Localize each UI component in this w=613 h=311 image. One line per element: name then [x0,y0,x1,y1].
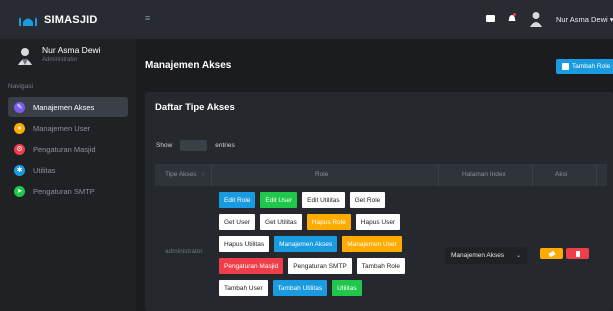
page-header: Manajemen Akses Tambah Role [136,39,613,91]
role-badge: Tambah Role [356,258,405,274]
role-badge-row: Pengaturan Masjid Pengaturan SMTP Tambah… [219,258,437,274]
role-badge: Edit Utilitas [302,192,345,208]
card-title: Daftar Tipe Akses [155,102,235,113]
access-table: Tipe Akses ↑ Role Halaman Index Aksi adm… [155,164,607,311]
send-icon: ➤ [14,185,25,197]
role-badge: Manajemen Akses [274,236,338,252]
nav-heading: Navigasi [8,83,33,90]
role-badge: Tambah Utilitas [272,280,328,296]
entries-control: Show entries [156,140,235,151]
chevron-down-icon: ⌄ [515,253,521,259]
user-panel[interactable]: Nur Asma Dewi Administrator [0,39,136,77]
sidebar-item-pengaturan-smtp[interactable]: ➤ Pengaturan SMTP [8,181,128,201]
role-badge: Pengaturan SMTP [288,258,352,274]
role-badge-row: Edit Role Edit User Edit Utilitas Get Ro… [219,192,437,208]
user-name: Nur Asma Dewi [42,45,101,55]
mosque-icon: ⚙ [14,143,25,155]
main-content: Manajemen Akses Tambah Role Daftar Tipe … [136,39,613,311]
role-badge: Hapus User [355,214,401,230]
sidebar: SIMASJID Nur Asma Dewi Administrator Nav… [0,0,136,311]
add-role-button[interactable]: Tambah Role [556,59,613,74]
sidebar-item-manajemen-akses[interactable]: ✎ Manajemen Akses [8,97,128,117]
entries-select[interactable] [180,140,208,151]
user-role: Administrator [42,57,78,63]
sidebar-item-label: Pengaturan Masjid [33,144,96,154]
index-page-value: Manajemen Akses [451,252,505,259]
th-aksi[interactable]: Aksi [555,171,567,178]
topbar: ≡ Nur Asma Dewi ▾ [136,0,613,39]
trash-icon [575,250,580,257]
add-role-label: Tambah Role [572,63,611,70]
mosque-logo-icon [19,16,37,26]
role-badge: Utilitas [332,280,362,296]
edit-button[interactable] [540,248,563,259]
gear-icon: ✱ [14,164,25,176]
sidebar-item-label: Utilitas [33,165,56,175]
top-user-avatar[interactable] [530,11,542,27]
pencil-icon [547,250,556,257]
role-badge: Get Role [349,192,386,208]
roles-cell: Edit Role Edit User Edit Utilitas Get Ro… [219,192,437,302]
role-badge: Tambah User [219,280,268,296]
role-badge-row: Get User Get Utilitas Hapus Role Hapus U… [219,214,437,230]
index-page-select[interactable]: Manajemen Akses ⌄ [445,247,527,264]
entries-label: entries [215,142,235,149]
key-icon: ✎ [14,101,25,113]
role-badge-row: Hapus Utilitas Manajemen Akses Manajemen… [219,236,437,252]
th-role[interactable]: Role [315,171,328,178]
brand-name: SIMASJID [44,13,98,26]
table-header: Tipe Akses ↑ Role Halaman Index Aksi [155,164,607,186]
users-icon: ● [14,122,25,134]
access-type-cell: administrator [165,248,203,255]
menu-toggle-icon[interactable]: ≡ [145,13,150,23]
sidebar-item-utilitas[interactable]: ✱ Utilitas [8,160,128,180]
sort-icon: ↑ [201,171,205,178]
top-user-menu[interactable]: Nur Asma Dewi ▾ [556,15,613,24]
role-badge: Edit User [260,192,298,208]
table-row: administrator Edit Role Edit User Edit U… [155,186,607,311]
th-halaman-index[interactable]: Halaman Index [462,171,506,178]
delete-button[interactable] [566,248,589,259]
sidebar-item-label: Manajemen Akses [33,102,95,112]
role-badge: Get Utilitas [260,214,302,230]
sidebar-item-label: Manajemen User [33,123,91,133]
sidebar-item-pengaturan-masjid[interactable]: ⚙ Pengaturan Masjid [8,139,128,159]
role-badge: Get User [219,214,256,230]
bell-icon[interactable] [508,13,516,23]
show-label: Show [156,142,173,149]
brand[interactable]: SIMASJID [0,0,136,39]
role-badge: Hapus Role [306,214,351,230]
user-avatar [18,48,32,65]
th-tipe-akses[interactable]: Tipe Akses ↑ [165,171,205,178]
role-badge: Pengaturan Masjid [219,258,284,274]
page-title: Manajemen Akses [145,60,232,71]
role-badge: Hapus Utilitas [219,236,270,252]
plus-icon [562,63,569,70]
sidebar-item-manajemen-user[interactable]: ● Manajemen User [8,118,128,138]
role-badge-row: Tambah User Tambah Utilitas Utilitas [219,280,437,296]
mail-icon[interactable] [486,15,495,22]
role-badge: Edit Role [219,192,256,208]
sidebar-item-label: Pengaturan SMTP [33,186,95,196]
access-type-card: Daftar Tipe Akses Show entries Tipe Akse… [145,92,613,311]
role-badge: Manajemen User [342,236,402,252]
